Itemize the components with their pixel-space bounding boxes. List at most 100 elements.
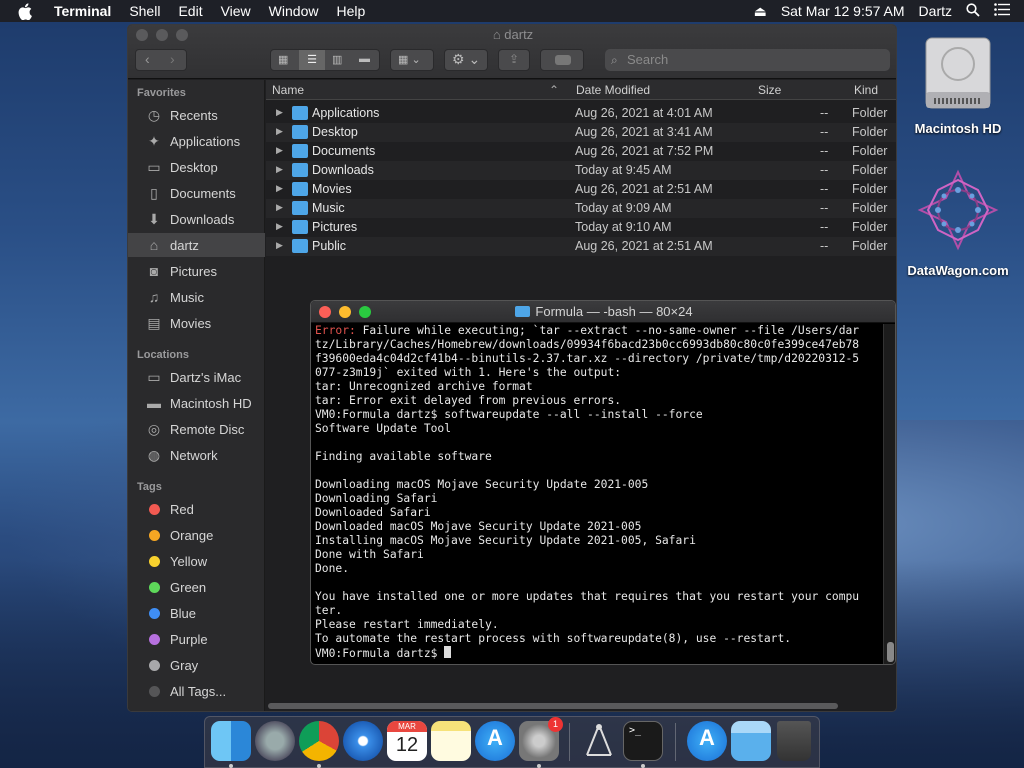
menu-clock[interactable]: Sat Mar 12 9:57 AM [781, 3, 905, 19]
disclosure-triangle-icon[interactable]: ▶ [276, 240, 283, 251]
sidebar-tag-blue[interactable]: Blue [128, 601, 265, 625]
sidebar-item-dartz[interactable]: ⌂ dartz [128, 233, 265, 257]
zoom-button[interactable] [359, 306, 371, 318]
sidebar-tag-green[interactable]: Green [128, 575, 265, 599]
sidebar-item-network[interactable]: ◍ Network [128, 443, 265, 467]
dock-documents-folder-icon[interactable] [731, 721, 771, 761]
table-row[interactable]: ▶ Documents Aug 26, 2021 at 7:52 PM -- Folde… [266, 142, 896, 161]
table-row[interactable]: ▶ Pictures Today at 9:10 AM -- Folder [266, 218, 896, 237]
menu-app-name[interactable]: Terminal [54, 3, 111, 19]
terminal-line-text: tar: Unrecognized archive format [315, 380, 533, 393]
sidebar-item-imac[interactable]: ▭ Dartz's iMac [128, 365, 265, 389]
back-forward-buttons[interactable]: ‹ › [135, 49, 187, 71]
apple-menu-icon[interactable] [18, 2, 36, 20]
disclosure-triangle-icon[interactable]: ▶ [276, 164, 283, 175]
sidebar-item-macintosh-hd[interactable]: ▬ Macintosh HD [128, 391, 265, 415]
document-icon: ▯ [150, 184, 158, 201]
column-header-size[interactable]: Size [758, 83, 781, 97]
menu-window[interactable]: Window [269, 3, 319, 19]
terminal-output[interactable]: Error: Failure while executing; `tar --e… [315, 324, 877, 664]
list-column-headers: Name ⌃ Date Modified Size Kind [266, 80, 896, 100]
column-view-icon[interactable]: ▥ [332, 53, 342, 66]
terminal-window[interactable]: Formula — -bash — 80×24 Error: Failure w… [310, 300, 896, 665]
sidebar-tag-all[interactable]: All Tags... [128, 679, 265, 703]
table-row[interactable]: ▶ Downloads Today at 9:45 AM -- Folder [266, 161, 896, 180]
dock-terminal-icon[interactable]: >_ [623, 721, 663, 761]
sidebar-item-music[interactable]: ♫ Music [128, 285, 265, 309]
close-button[interactable] [319, 306, 331, 318]
sidebar-item-movies[interactable]: ▤ Movies [128, 311, 265, 335]
view-mode-segmented[interactable]: ▦ ☰ ▥ ▬ [270, 49, 380, 71]
dock-system-preferences-icon[interactable]: 1 [519, 717, 563, 761]
sidebar-item-applications[interactable]: ✦ Applications [128, 129, 265, 153]
menu-user[interactable]: Dartz [919, 3, 952, 19]
eject-icon[interactable]: ⏏ [754, 3, 767, 20]
desktop-icon-datawagon[interactable]: DataWagon.com [900, 168, 1016, 278]
menu-view[interactable]: View [221, 3, 251, 19]
menu-shell[interactable]: Shell [129, 3, 160, 19]
sidebar-tag-yellow[interactable]: Yellow [128, 549, 265, 573]
disclosure-triangle-icon[interactable]: ▶ [276, 145, 283, 156]
sidebar-tag-red[interactable]: Red [128, 497, 265, 521]
tags-button[interactable] [540, 49, 584, 71]
back-arrow-icon[interactable]: ‹ [145, 51, 150, 67]
sidebar-item-documents[interactable]: ▯ Documents [128, 181, 265, 205]
disclosure-triangle-icon[interactable]: ▶ [276, 126, 283, 137]
sidebar-item-remote-disc[interactable]: ◎ Remote Disc [128, 417, 265, 441]
minimize-button[interactable] [339, 306, 351, 318]
desktop-icon-macintosh-hd[interactable]: Macintosh HD [908, 32, 1008, 136]
column-header-date[interactable]: Date Modified [576, 83, 650, 97]
dock-applications-folder-icon[interactable]: A [687, 721, 727, 761]
terminal-line-text: Failure while executing; `tar --extract … [355, 324, 860, 337]
disclosure-triangle-icon[interactable]: ▶ [276, 202, 283, 213]
menu-edit[interactable]: Edit [178, 3, 202, 19]
column-header-kind[interactable]: Kind [854, 83, 878, 97]
sidebar-item-downloads[interactable]: ⬇ Downloads [128, 207, 265, 231]
dock-trash-icon[interactable] [777, 721, 811, 761]
sidebar-tag-orange[interactable]: Orange [128, 523, 265, 547]
spotlight-search-icon[interactable] [966, 2, 980, 20]
column-header-name[interactable]: Name [272, 83, 304, 97]
icon-view-icon[interactable]: ▦ [278, 53, 288, 66]
sidebar-tag-gray[interactable]: Gray [128, 653, 265, 677]
table-row[interactable]: ▶ Desktop Aug 26, 2021 at 3:41 AM -- Folder [266, 123, 896, 142]
sidebar-item-pictures[interactable]: ◙ Pictures [128, 259, 265, 283]
notification-center-icon[interactable] [994, 3, 1010, 19]
dock-calendar-icon[interactable]: MAR 12 [387, 721, 427, 761]
sidebar-item-desktop[interactable]: ▭ Desktop [128, 155, 265, 179]
gallery-view-icon[interactable]: ▬ [359, 53, 370, 65]
sidebar-section-favorites: Favorites [137, 87, 186, 99]
dock-safari-icon[interactable] [343, 721, 383, 761]
dock-app-store-icon[interactable]: A [475, 721, 515, 761]
list-view-icon[interactable]: ☰ [299, 50, 325, 70]
search-input[interactable]: ⌕ Search [605, 49, 890, 71]
file-date: Aug 26, 2021 at 7:52 PM [575, 144, 714, 158]
table-row[interactable]: ▶ Music Today at 9:09 AM -- Folder [266, 199, 896, 218]
share-button[interactable]: ⇪ [498, 49, 530, 71]
table-row[interactable]: ▶ Public Aug 26, 2021 at 2:51 AM -- Folder [266, 237, 896, 256]
menu-help[interactable]: Help [336, 3, 365, 19]
vertical-scrollbar[interactable] [883, 324, 895, 664]
terminal-line-text: Installing macOS Mojave Security Update … [315, 534, 696, 547]
disclosure-triangle-icon[interactable]: ▶ [276, 221, 283, 232]
disclosure-triangle-icon[interactable]: ▶ [276, 183, 283, 194]
tag-dot-icon [149, 659, 160, 671]
action-button[interactable]: ⚙ ⌄ [444, 49, 488, 71]
disclosure-triangle-icon[interactable]: ▶ [276, 107, 283, 118]
group-by-button[interactable]: ▦ ⌄ [390, 49, 434, 71]
dock-notes-icon[interactable] [431, 721, 471, 761]
scrollbar-thumb[interactable] [887, 642, 894, 662]
folder-icon [292, 163, 308, 177]
dock-launchpad-icon[interactable] [255, 721, 295, 761]
folder-icon [292, 239, 308, 253]
dock-chrome-icon[interactable] [299, 721, 339, 761]
sidebar-tag-purple[interactable]: Purple [128, 627, 265, 651]
table-row[interactable]: ▶ Applications Aug 26, 2021 at 4:01 AM -- Fo… [266, 104, 896, 123]
forward-arrow-icon[interactable]: › [170, 51, 175, 67]
dock-finder-icon[interactable] [211, 721, 251, 761]
folder-icon [292, 144, 308, 158]
sidebar-item-recents[interactable]: ◷ Recents [128, 103, 265, 127]
horizontal-scrollbar[interactable] [268, 703, 838, 709]
table-row[interactable]: ▶ Movies Aug 26, 2021 at 2:51 AM -- Folder [266, 180, 896, 199]
dock-directory-utility-icon[interactable] [579, 721, 619, 761]
